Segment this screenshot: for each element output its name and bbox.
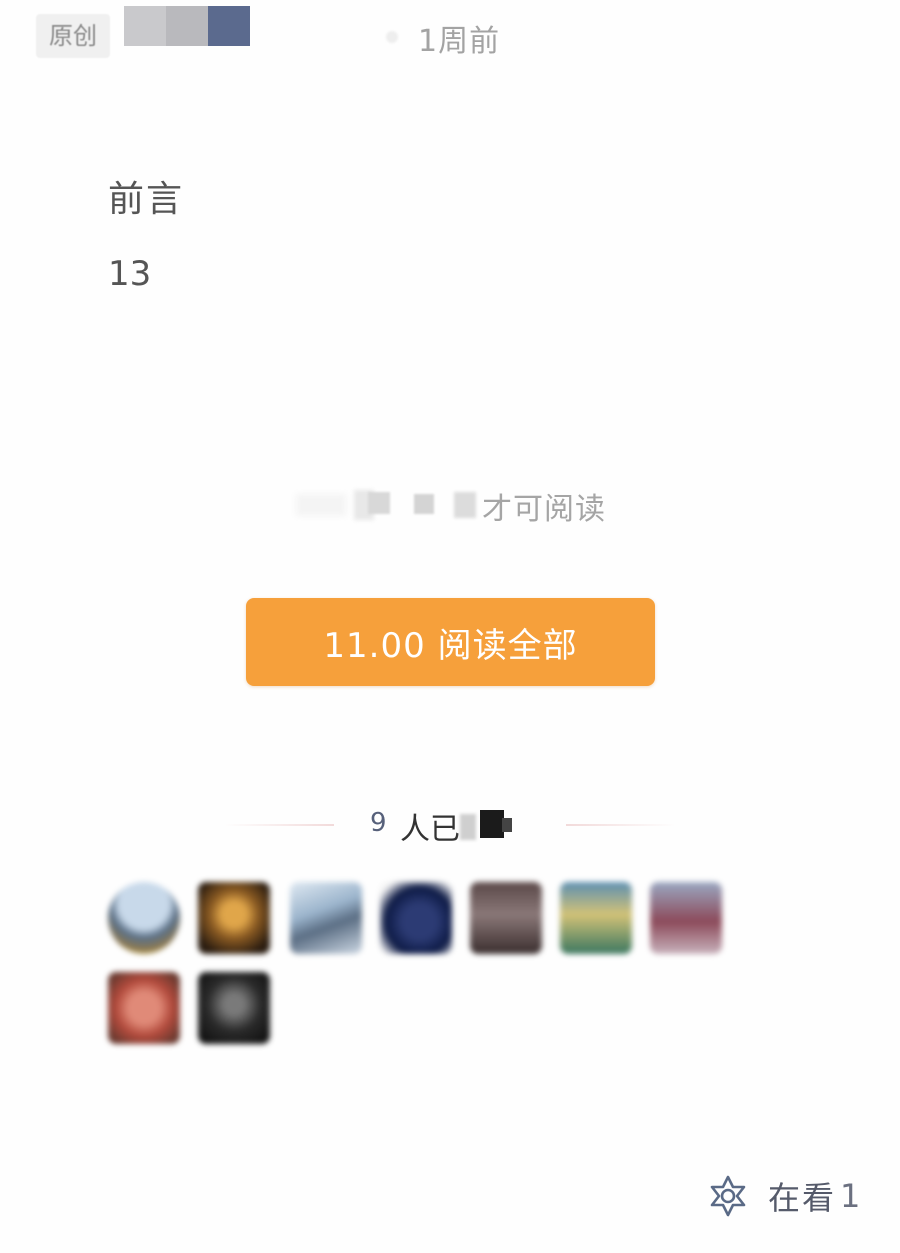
divider-left	[224, 824, 334, 826]
avatar[interactable]	[470, 882, 542, 954]
paid-readers-label: 人已	[400, 812, 460, 847]
author-name-redacted[interactable]	[124, 6, 250, 46]
pay-to-read-button[interactable]: 11.00 阅读全部	[246, 598, 655, 686]
watching-button[interactable]: 在看 1	[706, 1168, 860, 1224]
avatar[interactable]	[290, 882, 362, 954]
star-flower-icon	[710, 1175, 746, 1217]
paid-readers-count: 9	[370, 808, 387, 838]
divider-right	[566, 824, 676, 826]
avatar[interactable]	[108, 972, 180, 1044]
paywall-hint-text: 才可阅读	[482, 492, 606, 527]
avatar[interactable]	[650, 882, 722, 954]
section-title: 前言	[108, 179, 185, 220]
avatar[interactable]	[560, 882, 632, 954]
publish-time: 1周前	[418, 24, 501, 59]
watching-label: 在看	[768, 1179, 837, 1217]
article-page: 原创 1周前 前言 13 才可阅读 11.00 阅读全部 9 人已 在看 1	[0, 0, 900, 1253]
original-badge: 原创	[36, 14, 110, 58]
avatar[interactable]	[198, 882, 270, 954]
watching-count: 1	[840, 1177, 861, 1215]
avatar[interactable]	[108, 882, 180, 954]
section-number: 13	[108, 254, 152, 294]
avatar[interactable]	[198, 972, 270, 1044]
pay-button-label: 11.00 阅读全部	[323, 625, 578, 666]
separator-dot	[386, 31, 398, 43]
paywall-hint: 才可阅读	[296, 482, 636, 527]
paid-readers-header: 9 人已	[224, 800, 676, 850]
avatar[interactable]	[380, 882, 452, 954]
